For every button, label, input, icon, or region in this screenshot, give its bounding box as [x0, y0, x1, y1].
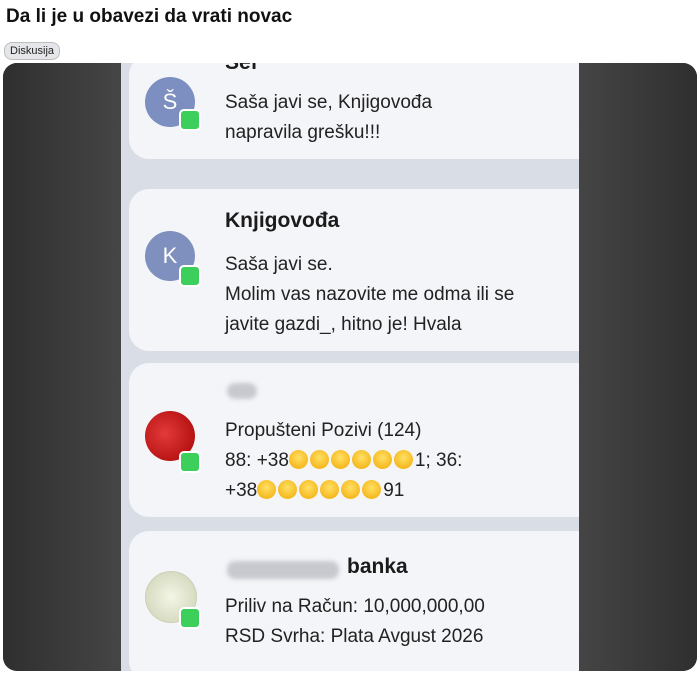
notification-message-line: +38 91 — [225, 477, 404, 504]
notification-message-line: Saša javi se, Knjigovođa — [225, 92, 433, 113]
notification-sender: banka — [347, 555, 408, 578]
notification-message-line: Priliv na Račun: 10,000,000,00 — [225, 596, 485, 617]
laughing-emoji-icon — [351, 450, 371, 469]
post-image[interactable]: Š Šef Saša javi se, Knjigovođa napravila… — [3, 63, 697, 671]
messaging-app-badge-icon — [179, 109, 201, 131]
notification-message-line: Molim vas nazovite me odma ili se — [225, 284, 515, 305]
laughing-emoji-icon — [320, 480, 340, 499]
notification-card-missed-calls: Propušteni Pozivi (124) 88: +38 1; 36: +3… — [129, 363, 579, 517]
laughing-emoji-icon — [288, 450, 308, 469]
notification-card-knjigovodja: K Knjigovođa Saša javi se. Molim vas naz… — [129, 189, 579, 351]
laughing-emoji-icon — [372, 450, 392, 469]
laughing-emoji-icon — [278, 480, 298, 499]
notification-message-line: Propušteni Pozivi (124) — [225, 420, 422, 441]
notification-message-line: RSD Svrha: Plata Avgust 2026 — [225, 626, 484, 647]
messaging-app-badge-icon — [179, 607, 201, 629]
blurred-sender-name — [227, 383, 257, 399]
laughing-emoji-icon — [341, 480, 361, 499]
phone-prefix: +38 — [225, 480, 258, 501]
phone-prefix: 88: +38 — [225, 450, 289, 471]
notification-message-line: Saša javi se. — [225, 254, 333, 275]
phone-suffix: 91 — [383, 480, 405, 501]
discussion-tag[interactable]: Diskusija — [4, 42, 61, 60]
messaging-app-badge-icon — [179, 265, 201, 287]
notification-message-line: 88: +38 1; 36: — [225, 447, 462, 474]
notification-message-line: napravila grešku!!! — [225, 122, 381, 143]
notification-card-banka: banka Priliv na Račun: 10,000,000,00 RSD… — [129, 531, 579, 671]
post-title: Da li je u obavezi da vrati novac — [6, 6, 293, 27]
notification-message-line: javite gazdi_, hitno je! Hvala — [225, 314, 462, 335]
laughing-emoji-icon — [309, 450, 329, 469]
laughing-emoji-icon — [393, 450, 413, 469]
notification-sender: Knjigovođa — [225, 209, 340, 232]
laughing-emoji-icon — [257, 480, 277, 499]
laughing-emoji-icon — [362, 480, 382, 499]
blurred-background-right — [579, 63, 697, 671]
laughing-emoji-icon — [299, 480, 319, 499]
phone-screenshot: Š Šef Saša javi se, Knjigovođa napravila… — [121, 63, 579, 671]
phone-suffix: 1; 36: — [414, 450, 463, 471]
blurred-sender-name — [227, 561, 339, 579]
messaging-app-badge-icon — [179, 451, 201, 473]
laughing-emoji-icon — [330, 450, 350, 469]
notification-sender: Šef — [225, 63, 258, 75]
notification-card-sef: Š Šef Saša javi se, Knjigovođa napravila… — [129, 63, 579, 159]
blurred-background-left — [3, 63, 121, 671]
